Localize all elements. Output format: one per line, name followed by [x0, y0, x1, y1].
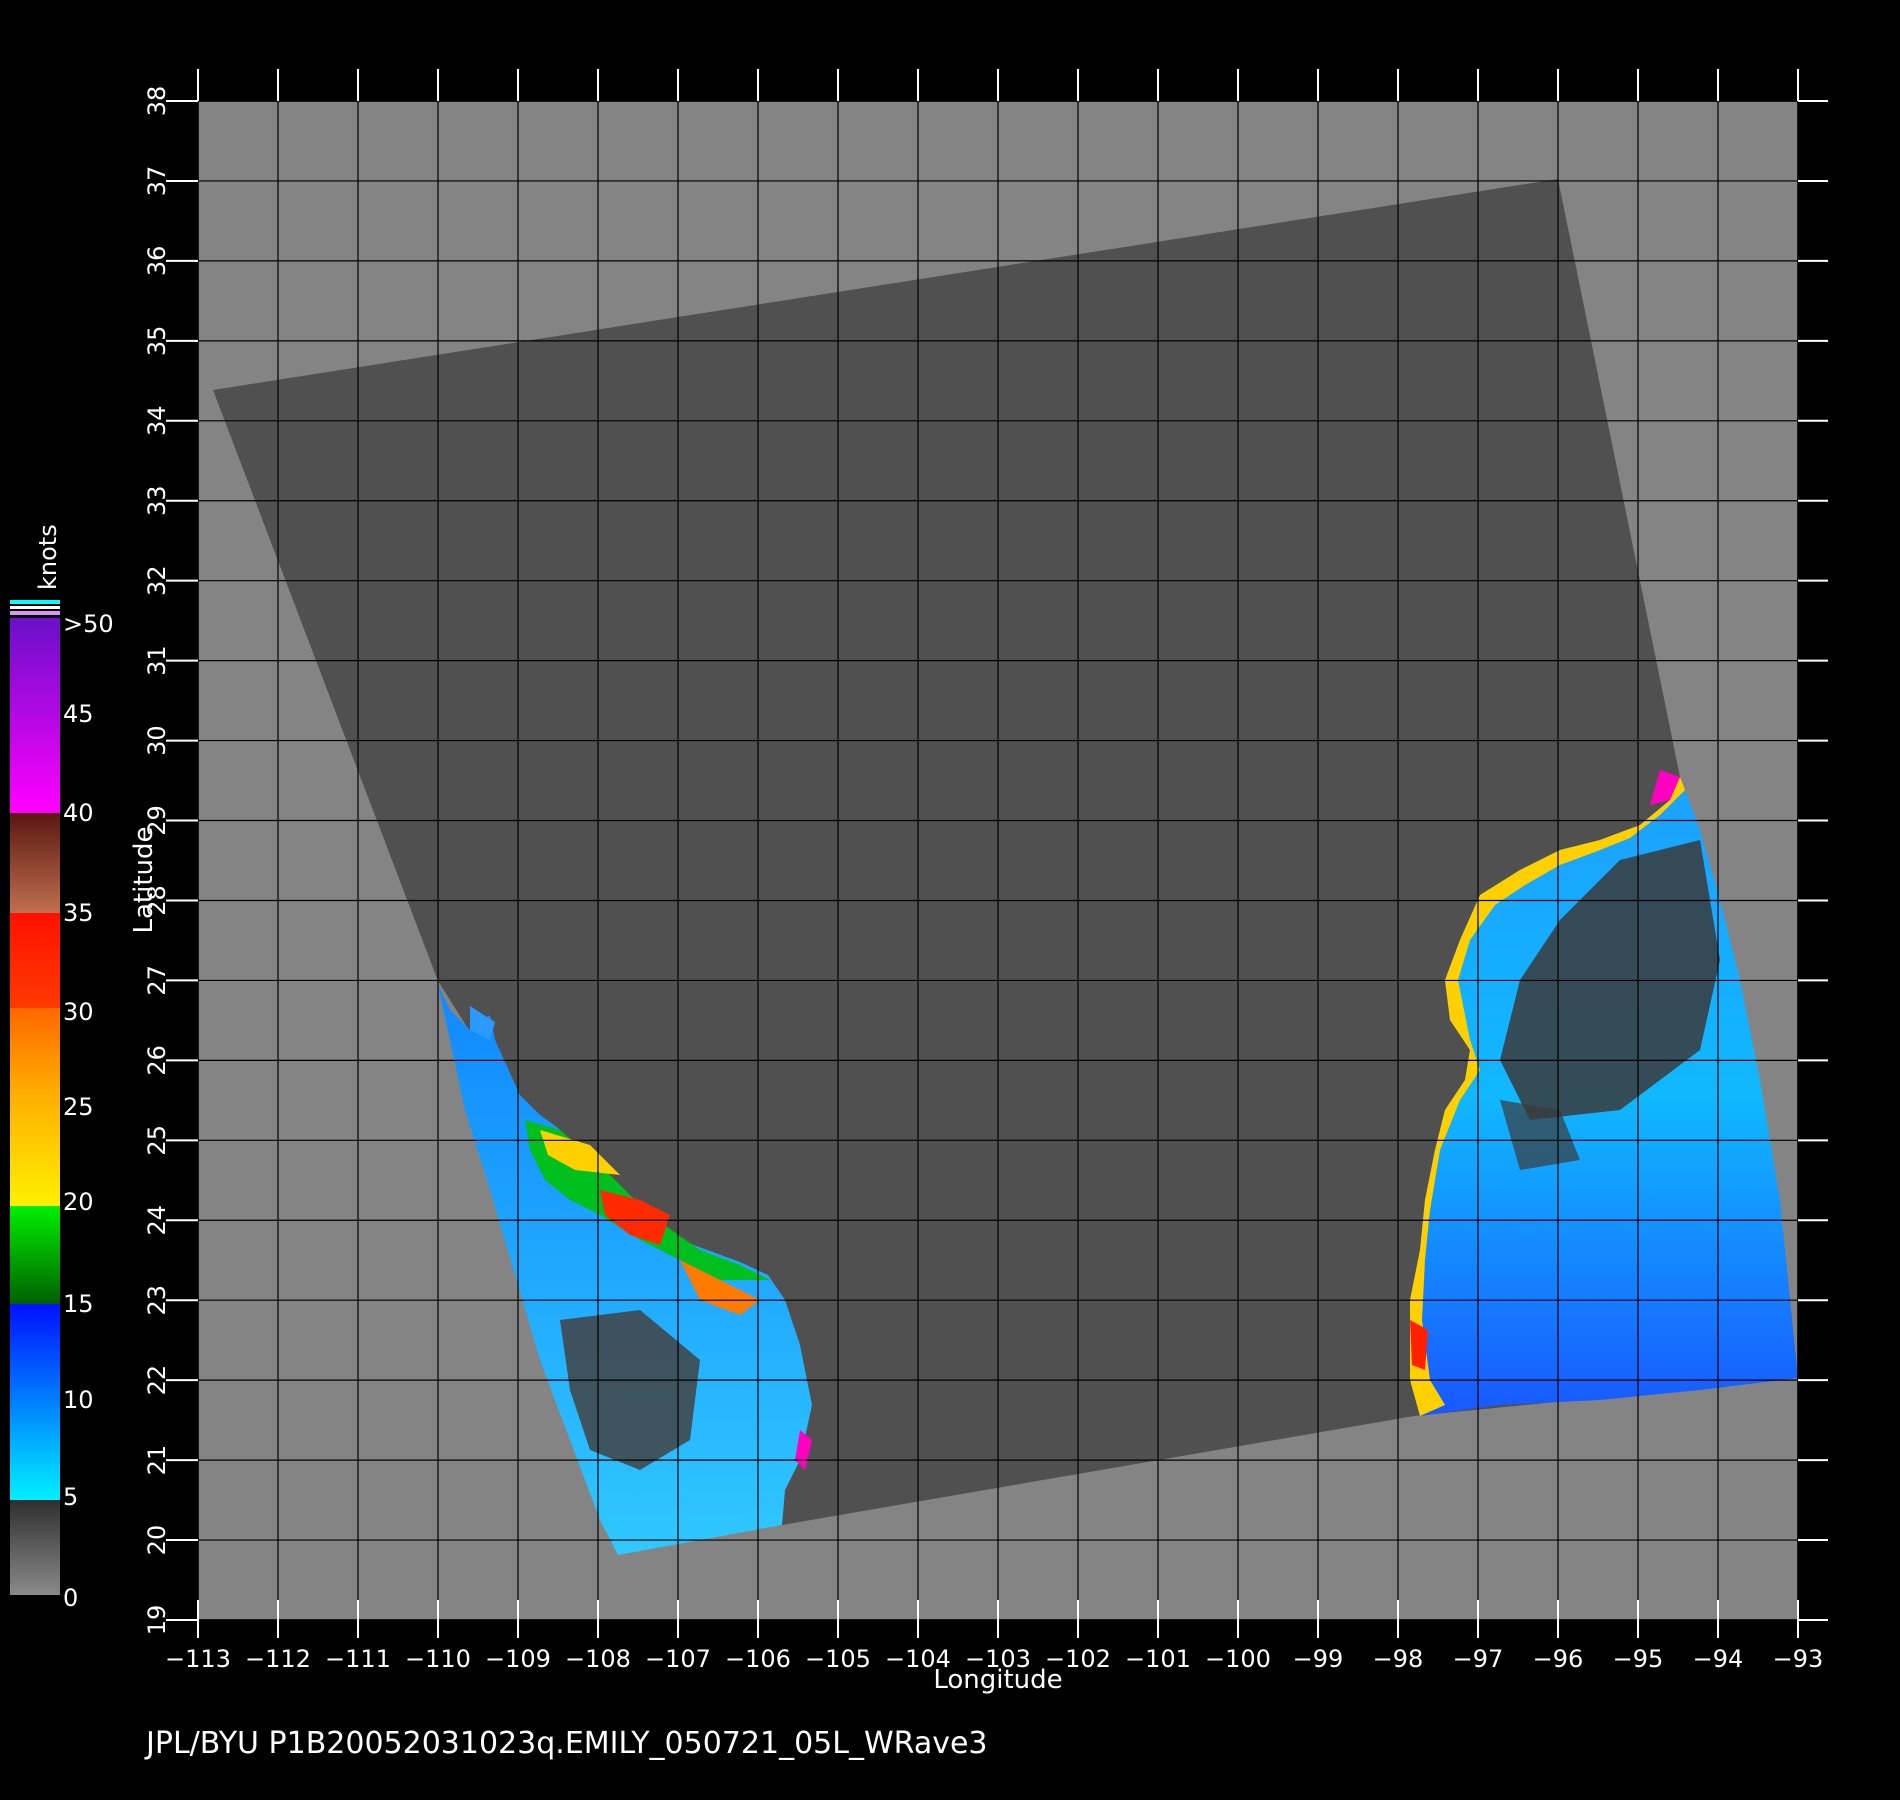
y-tick-label: 37: [143, 166, 171, 197]
y-tick-label: 20: [143, 1525, 171, 1556]
y-tick-label: 23: [143, 1285, 171, 1316]
colorbar-label: >50: [63, 610, 114, 638]
x-tick-label: −106: [725, 1645, 791, 1673]
colorbar-label: 0: [63, 1584, 78, 1612]
colorbar-segment-purple: [10, 618, 60, 813]
y-tick-label: 34: [143, 406, 171, 437]
y-tick-label: 38: [143, 86, 171, 117]
x-tick-label: −113: [165, 1645, 231, 1673]
colorbar-cap: [10, 611, 60, 615]
y-tick-label: 24: [143, 1205, 171, 1236]
x-axis-title: Longitude: [933, 1665, 1062, 1695]
colorbar-label: 40: [63, 799, 94, 827]
x-tick-label: −95: [1613, 1645, 1664, 1673]
x-tick-label: −93: [1773, 1645, 1824, 1673]
wind-map: −113 −112 −111 −110 −109 −108 −107 −106 −105 −104…: [10, 69, 1828, 1761]
y-tick-label: 22: [143, 1365, 171, 1396]
y-tick-label: 26: [143, 1045, 171, 1076]
y-tick-label: 32: [143, 565, 171, 596]
x-tick-label: −100: [1205, 1645, 1271, 1673]
y-tick-label: 30: [143, 725, 171, 756]
colorbar-segment-brown: [10, 813, 60, 913]
y-axis-title: Latitude: [129, 826, 159, 933]
x-tick-label: −109: [485, 1645, 551, 1673]
x-tick-label: −111: [325, 1645, 391, 1673]
colorbar: knots >50 45 40 35 30 25 20 15 10 5 0: [10, 524, 114, 1612]
x-tick-label: −97: [1453, 1645, 1504, 1673]
x-tick-label: −107: [645, 1645, 711, 1673]
x-tick-label: −110: [405, 1645, 471, 1673]
colorbar-segment-gray: [10, 1500, 60, 1595]
x-tick-label: −98: [1373, 1645, 1424, 1673]
x-tick-label: −99: [1293, 1645, 1344, 1673]
colorbar-segment-red: [10, 913, 60, 1008]
footer-caption: JPL/BYU P1B20052031023q.EMILY_050721_05L…: [144, 1726, 988, 1761]
y-tick-label: 36: [143, 246, 171, 277]
colorbar-cap: [10, 600, 60, 604]
x-tick-label: −94: [1693, 1645, 1744, 1673]
colorbar-label: 35: [63, 899, 94, 927]
colorbar-unit: knots: [34, 524, 62, 590]
colorbar-label: 45: [63, 700, 94, 728]
lat-lon-grid: [197, 100, 1799, 1621]
x-tick-label: −96: [1533, 1645, 1584, 1673]
colorbar-label: 30: [63, 998, 94, 1026]
x-tick-label: −112: [245, 1645, 311, 1673]
colorbar-segment-yellow: [10, 1008, 60, 1206]
y-tick-label: 35: [143, 326, 171, 357]
colorbar-segment-blue: [10, 1304, 60, 1500]
x-tick-label: −108: [565, 1645, 631, 1673]
y-tick-label: 21: [143, 1445, 171, 1476]
y-tick-label: 27: [143, 965, 171, 996]
y-tick-label: 25: [143, 1125, 171, 1156]
colorbar-label: 20: [63, 1188, 94, 1216]
colorbar-segment-green: [10, 1206, 60, 1304]
colorbar-cap: [10, 606, 60, 609]
y-tick-label: 31: [143, 645, 171, 676]
colorbar-label: 10: [63, 1386, 94, 1414]
colorbar-label: 15: [63, 1290, 94, 1318]
colorbar-labels: >50 45 40 35 30 25 20 15 10 5 0: [63, 610, 114, 1612]
colorbar-label: 5: [63, 1483, 78, 1511]
colorbar-label: 25: [63, 1093, 94, 1121]
x-tick-label: −101: [1125, 1645, 1191, 1673]
y-tick-label: 33: [143, 485, 171, 516]
y-tick-label: 19: [143, 1605, 171, 1636]
x-tick-label: −105: [805, 1645, 871, 1673]
